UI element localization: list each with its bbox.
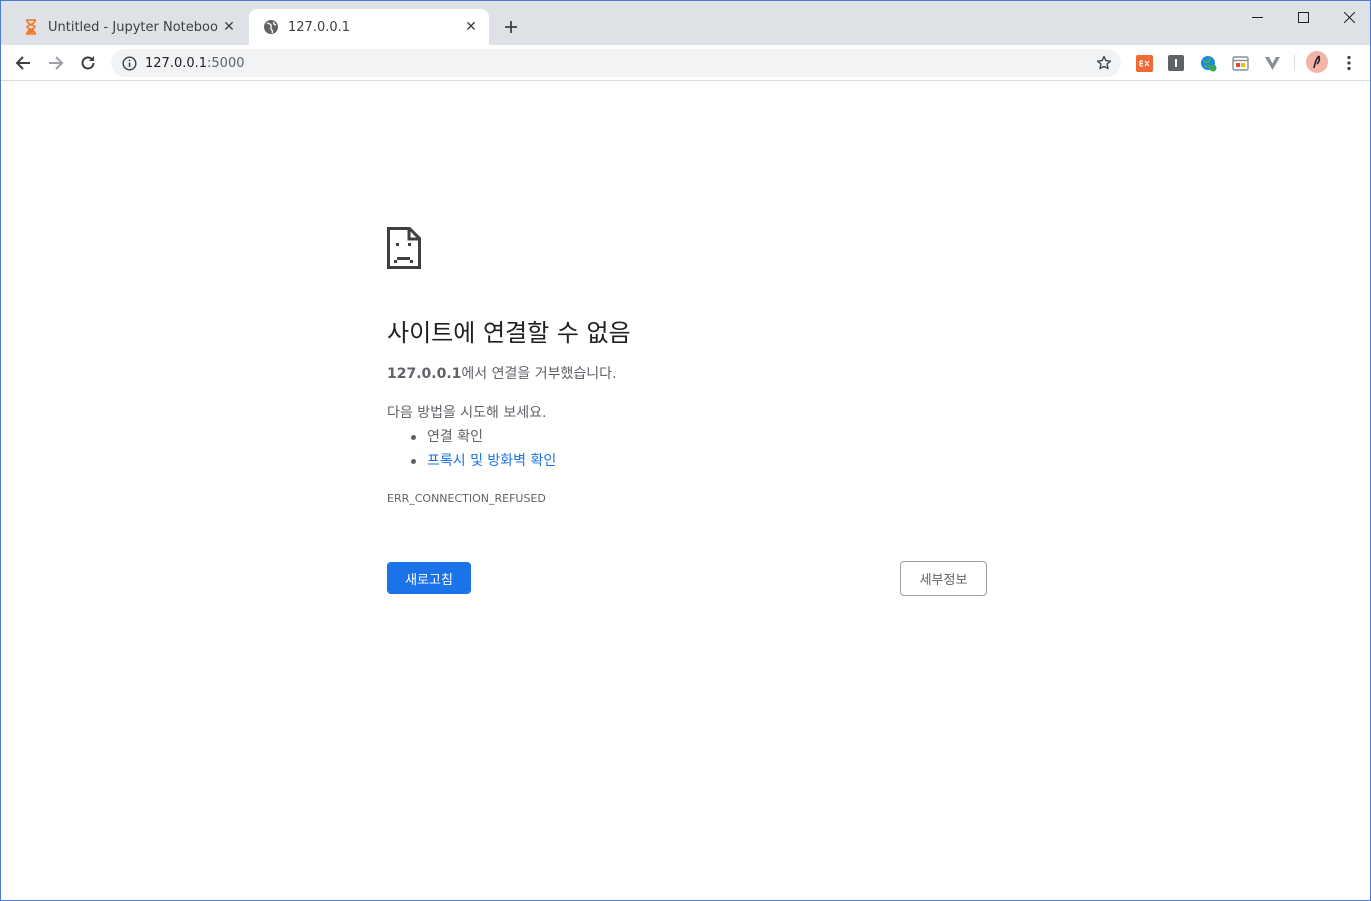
browser-window: Untitled - Jupyter Notebook ✕ 127.0.0.1 … xyxy=(0,0,1371,901)
extension-v-icon[interactable] xyxy=(1263,54,1281,72)
sad-page-icon xyxy=(387,227,421,269)
suggestions-intro: 다음 방법을 시도해 보세요. xyxy=(387,405,547,421)
url-port: :5000 xyxy=(207,55,245,71)
suggestion-check-proxy-firewall-link[interactable]: 프록시 및 방화벽 확인 xyxy=(409,449,556,473)
minimize-button[interactable] xyxy=(1234,1,1280,33)
error-host: 127.0.0.1 xyxy=(387,366,462,382)
details-button[interactable]: 세부정보 xyxy=(900,561,987,596)
extension-globe-icon[interactable] xyxy=(1199,54,1217,72)
bookmark-star-icon[interactable] xyxy=(1095,54,1113,72)
toolbar: 127.0.0.1:5000 xyxy=(1,45,1370,81)
globe-icon xyxy=(263,19,279,35)
address-bar[interactable]: 127.0.0.1:5000 xyxy=(111,49,1121,77)
close-tab-icon[interactable]: ✕ xyxy=(219,17,239,37)
menu-kebab-icon[interactable] xyxy=(1339,53,1359,73)
suggestions-list: 연결 확인 프록시 및 방화벽 확인 xyxy=(409,425,556,473)
info-icon[interactable] xyxy=(121,55,137,71)
suggestion-check-connection: 연결 확인 xyxy=(409,425,556,449)
url-text: 127.0.0.1:5000 xyxy=(145,56,245,71)
page-content: 사이트에 연결할 수 없음 127.0.0.1에서 연결을 거부했습니다. 다음… xyxy=(1,82,1370,900)
hourglass-icon xyxy=(23,19,39,35)
new-tab-button[interactable] xyxy=(499,15,523,39)
extension-ex-icon[interactable] xyxy=(1135,54,1153,72)
error-description: 127.0.0.1에서 연결을 거부했습니다. xyxy=(387,363,616,383)
close-tab-icon[interactable]: ✕ xyxy=(461,17,481,37)
url-host: 127.0.0.1 xyxy=(145,55,208,71)
back-button[interactable] xyxy=(9,49,37,77)
extension-info-icon[interactable] xyxy=(1167,54,1185,72)
toolbar-separator xyxy=(1294,55,1295,71)
forward-button[interactable] xyxy=(42,49,70,77)
error-heading: 사이트에 연결할 수 없음 xyxy=(387,319,631,347)
reload-page-button[interactable]: 새로고침 xyxy=(387,562,471,594)
tab-localhost[interactable]: 127.0.0.1 ✕ xyxy=(249,9,489,45)
profile-avatar[interactable] xyxy=(1306,51,1328,73)
maximize-button[interactable] xyxy=(1280,1,1326,33)
extension-window-icon[interactable] xyxy=(1231,54,1249,72)
tab-title: Untitled - Jupyter Notebook xyxy=(48,19,219,35)
close-window-button[interactable] xyxy=(1326,1,1370,33)
error-code: ERR_CONNECTION_REFUSED xyxy=(387,492,546,505)
tab-title: 127.0.0.1 xyxy=(288,19,351,35)
tab-strip: Untitled - Jupyter Notebook ✕ 127.0.0.1 … xyxy=(1,1,1370,45)
reload-button[interactable] xyxy=(74,49,102,77)
error-description-text: 에서 연결을 거부했습니다. xyxy=(461,366,617,382)
tab-jupyter[interactable]: Untitled - Jupyter Notebook ✕ xyxy=(9,9,247,45)
